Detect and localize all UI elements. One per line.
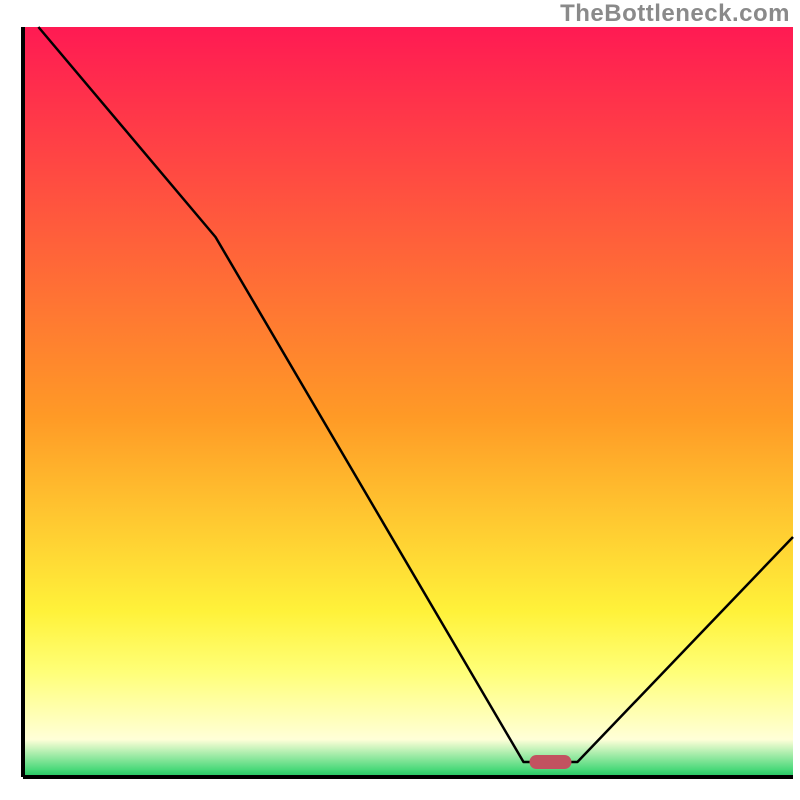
watermark-text: TheBottleneck.com: [560, 0, 790, 28]
plot-background: [23, 27, 793, 777]
optimal-point-marker: [529, 755, 571, 769]
chart-canvas: [0, 0, 800, 800]
bottleneck-chart: TheBottleneck.com: [0, 0, 800, 800]
